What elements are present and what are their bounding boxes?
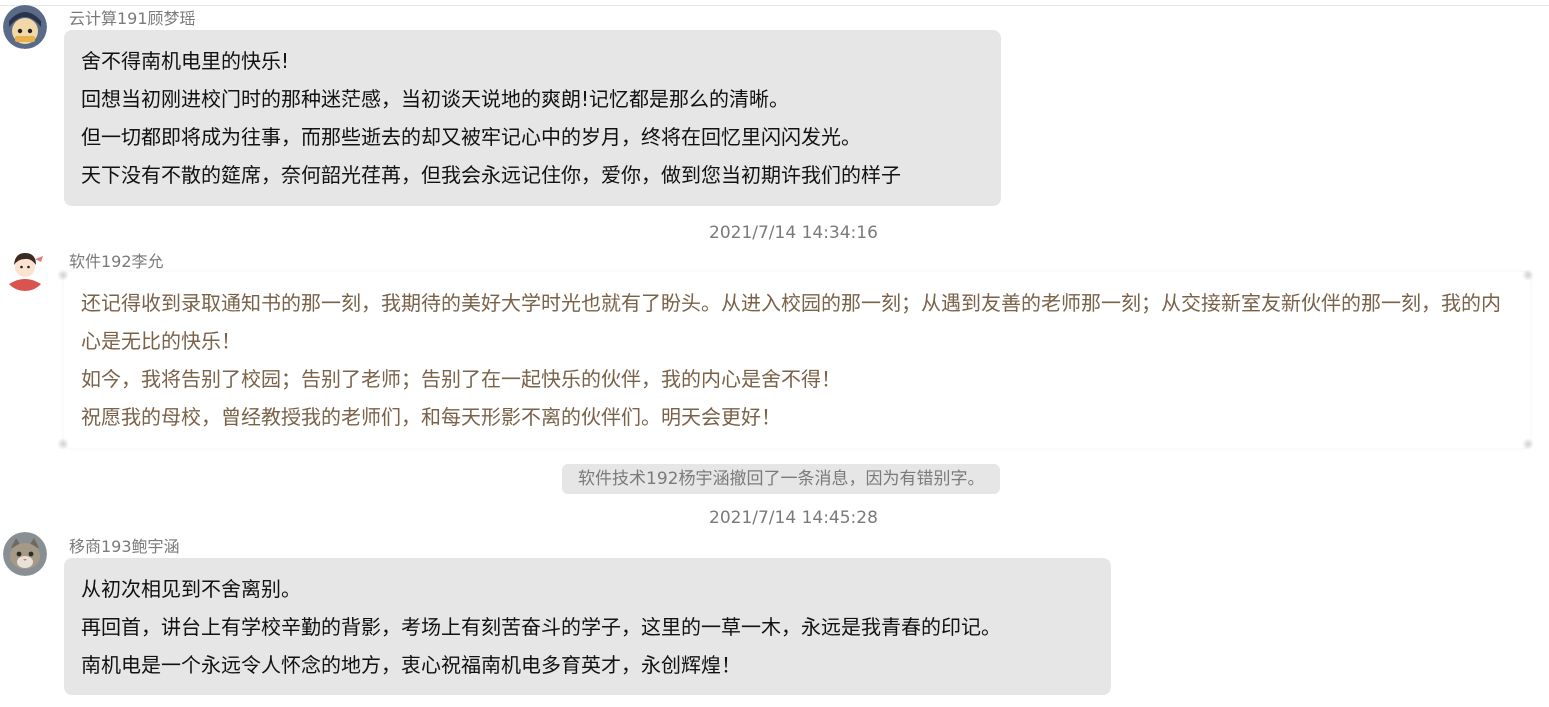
card-corner-shadow <box>1522 269 1534 281</box>
message-line: 从初次相见到不舍离别。 <box>81 577 301 601</box>
message-line: 如今，我将告别了校园；告别了老师；告别了在一起快乐的伙伴，我的内心是舍不得！ <box>81 367 841 391</box>
message-bubble[interactable]: 从初次相见到不舍离别。 再回首，讲台上有学校辛勤的背影，考场上有刻苦奋斗的学子，… <box>64 558 1111 695</box>
message-bubble[interactable]: 舍不得南机电里的快乐! 回想当初刚进校门时的那种迷茫感，当初谈天说地的爽朗!记忆… <box>64 30 1001 206</box>
message-line: 但一切都即将成为往事，而那些逝去的却又被牢记心中的岁月，终将在回忆里闪闪发光。 <box>81 125 861 149</box>
recall-notice: 软件技术192杨宇涵撤回了一条消息，因为有错别字。 <box>562 464 1001 494</box>
message-bubble[interactable]: 还记得收到录取通知书的那一刻，我期待的美好大学时光也就有了盼头。从进入校园的那一… <box>64 272 1530 448</box>
cat-avatar-icon[interactable] <box>3 532 47 576</box>
sender-name: 软件192李允 <box>69 252 164 271</box>
message-line: 舍不得南机电里的快乐! <box>81 49 290 73</box>
card-corner-shadow <box>57 438 69 450</box>
top-divider <box>0 5 1549 6</box>
message-line: 祝愿我的母校，曾经教授我的老师们，和每天形影不离的伙伴们。明天会更好！ <box>81 405 781 429</box>
message-line: 南机电是一个永远令人怀念的地方，衷心祝福南机电多育英才，永创辉煌！ <box>81 653 741 677</box>
message-line: 还记得收到录取通知书的那一刻，我期待的美好大学时光也就有了盼头。从进入校园的那一… <box>81 291 1501 353</box>
sender-name: 云计算191顾梦瑶 <box>69 9 196 28</box>
message-line: 回想当初刚进校门时的那种迷茫感，当初谈天说地的爽朗!记忆都是那么的清晰。 <box>81 87 790 111</box>
cartoon-avatar-icon[interactable] <box>3 5 47 49</box>
sender-name: 移商193鲍宇涵 <box>69 537 180 556</box>
card-corner-shadow <box>1522 438 1534 450</box>
message-line: 再回首，讲台上有学校辛勤的背影，考场上有刻苦奋斗的学子，这里的一草一木，永远是我… <box>81 615 1001 639</box>
message-line: 天下没有不散的筵席，奈何韶光荏苒，但我会永远记住你，爱你，做到您当初期许我们的样… <box>81 163 901 187</box>
card-corner-shadow <box>57 269 69 281</box>
timestamp: 2021/7/14 14:45:28 <box>709 508 878 528</box>
girl-avatar-icon[interactable] <box>3 247 47 291</box>
timestamp: 2021/7/14 14:34:16 <box>709 223 878 243</box>
